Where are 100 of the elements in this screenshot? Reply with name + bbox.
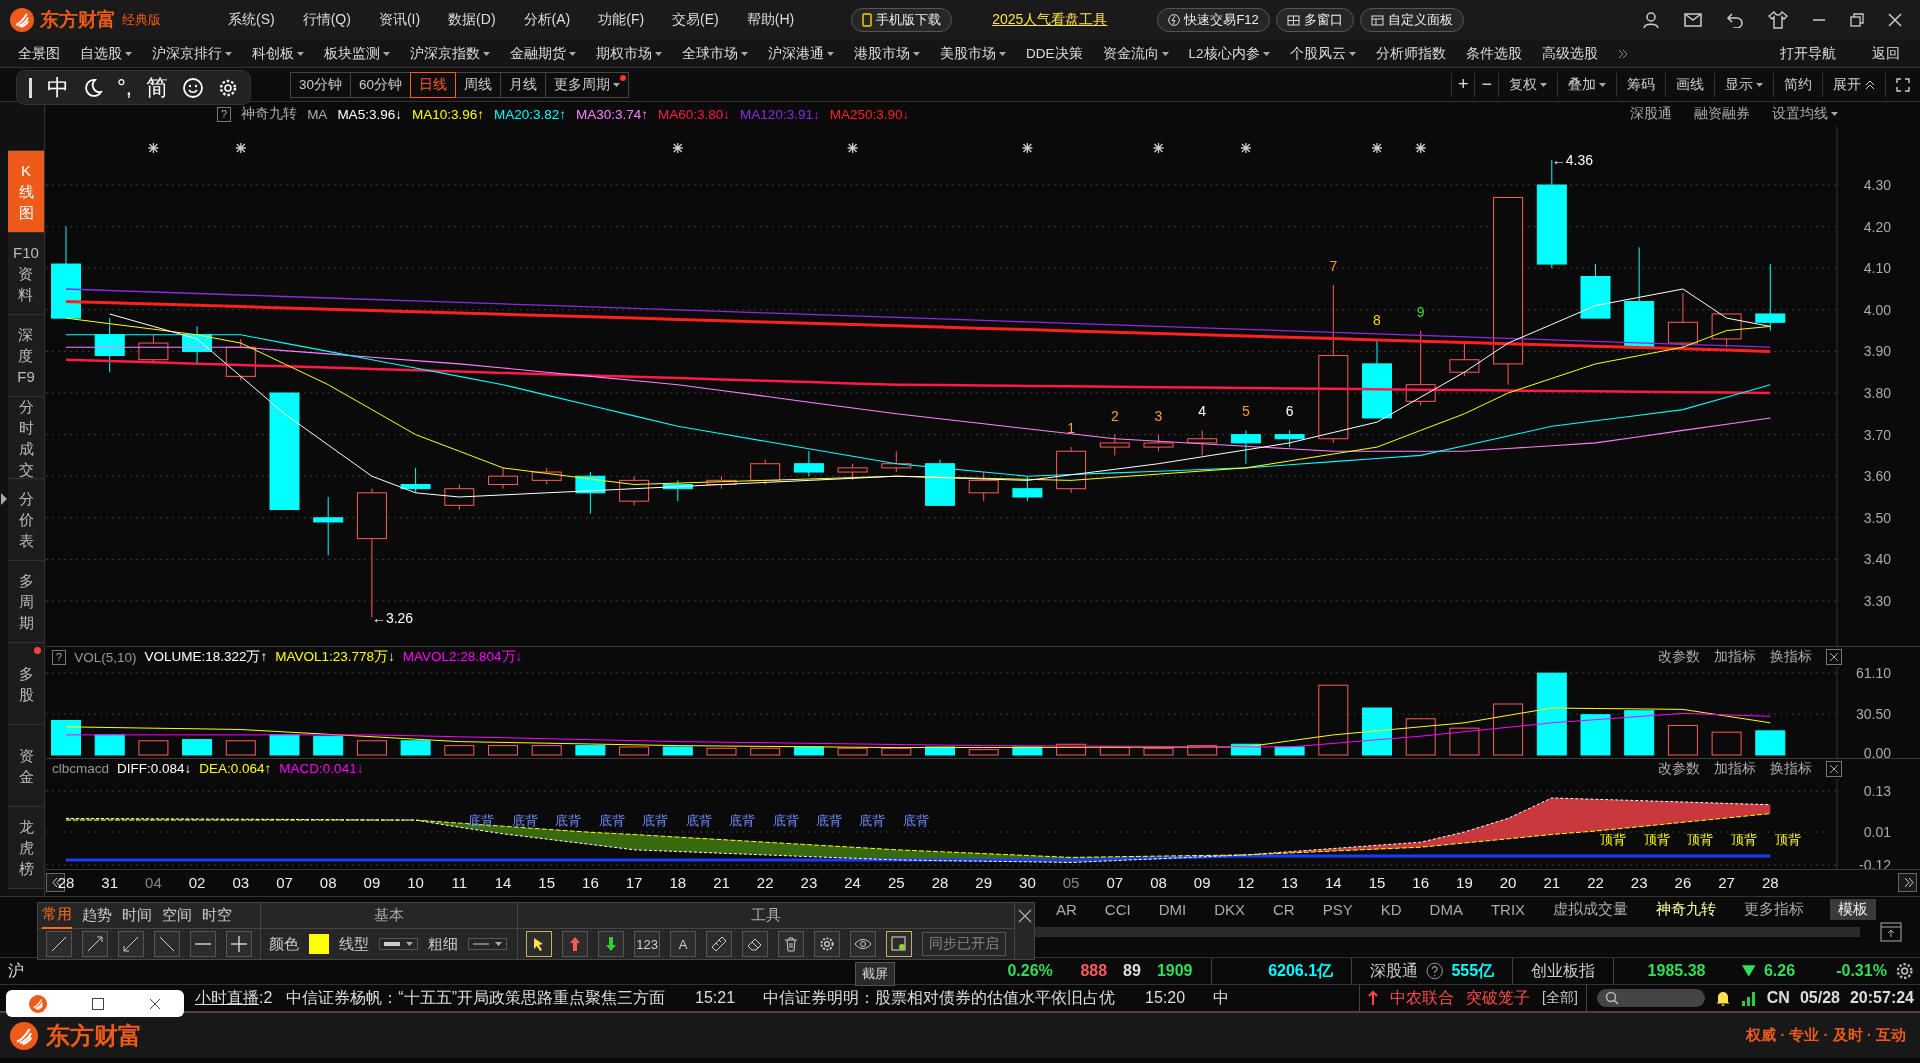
nav-menu-item[interactable]: 期权市场 [596, 44, 662, 63]
indicator-tab[interactable]: CR [1259, 900, 1309, 918]
period-tab[interactable]: 周线 [455, 71, 502, 98]
close-icon[interactable] [1826, 760, 1842, 777]
indicator-tab[interactable]: CCI [1090, 900, 1145, 918]
indicator-tab[interactable]: 虚拟成交量 [1539, 899, 1643, 919]
thickness-dropdown[interactable] [468, 938, 507, 950]
side-tab[interactable]: 分价表 [8, 479, 44, 561]
toolbar-toggle[interactable]: °, [117, 74, 132, 101]
nav-menu-item[interactable]: 沪深港通 [768, 44, 834, 63]
moon-icon[interactable] [83, 77, 103, 98]
undo-icon[interactable] [1726, 12, 1744, 28]
indicator-tab[interactable]: AR [1042, 900, 1091, 918]
fullscreen-icon[interactable] [1896, 77, 1910, 92]
segment-icon[interactable] [49, 934, 69, 954]
toolbar-button[interactable]: 简约 [1773, 72, 1822, 97]
indicator-tab[interactable]: PSY [1308, 900, 1367, 918]
help-icon[interactable]: ? [217, 106, 232, 122]
nav-link[interactable]: 返回 [1872, 44, 1900, 63]
nav-link[interactable]: 打开导航 [1780, 44, 1836, 63]
toolbar-button[interactable]: 叠加 [1557, 72, 1616, 97]
nav-menu-item[interactable]: 自选股 [80, 44, 132, 63]
nav-menu-item[interactable]: DDE决策 [1026, 44, 1083, 63]
down-arrow-tool[interactable] [598, 931, 625, 957]
diagonal-line-icon[interactable] [157, 934, 177, 954]
indicator-tab[interactable]: DMA [1415, 900, 1477, 918]
eye-icon[interactable] [854, 938, 873, 950]
nav-menu-item[interactable]: 沪深京排行 [152, 44, 232, 63]
panel-action[interactable]: 改参数 [1658, 759, 1700, 778]
panel-action[interactable]: 改参数 [1658, 648, 1700, 666]
nav-menu-item[interactable]: 分析师指数 [1375, 44, 1446, 63]
menu-item[interactable]: 资讯(I) [378, 11, 421, 29]
close-icon[interactable] [1017, 909, 1032, 923]
period-tab[interactable]: 日线 [410, 71, 457, 98]
chart-link[interactable]: 设置均线 [1772, 105, 1838, 123]
search-field[interactable] [1596, 989, 1705, 1007]
side-tab[interactable]: 资金 [8, 725, 44, 807]
side-tab[interactable]: 多周期 [8, 561, 44, 643]
filter-button[interactable]: [全部] [1542, 989, 1578, 1007]
nav-menu-item[interactable]: 资金流向 [1102, 44, 1169, 63]
template-button[interactable]: 模板 [1830, 898, 1877, 920]
draw-category-tab[interactable]: 时间 [122, 903, 152, 928]
sync-button[interactable]: 同步已开启 [922, 932, 1007, 956]
text-tool[interactable]: A [670, 931, 697, 957]
toolbar-toggle[interactable]: 中 [47, 72, 69, 103]
smiley-icon[interactable] [181, 76, 204, 99]
side-tab[interactable]: 多股 [8, 643, 44, 725]
close-icon[interactable] [1826, 649, 1842, 665]
draw-category-tab[interactable]: 时空 [202, 903, 232, 928]
panel-toggle-icon[interactable] [1880, 922, 1902, 942]
indicator-tab[interactable]: 更多指标 [1730, 899, 1819, 919]
mobile-download-button[interactable]: 手机版下载 [851, 8, 953, 32]
period-tab[interactable]: 月线 [500, 71, 547, 98]
restore-icon[interactable] [1850, 13, 1864, 27]
period-tab[interactable]: 60分钟 [350, 71, 412, 98]
indicator-tab[interactable]: KD [1366, 900, 1416, 918]
nav-menu-item[interactable]: 高级选股 [1541, 44, 1598, 63]
more-icon[interactable] [1617, 48, 1628, 59]
drag-handle-icon[interactable] [29, 77, 33, 98]
draw-category-tab[interactable]: 常用 [42, 902, 72, 929]
nav-menu-item[interactable]: 港股市场 [854, 44, 920, 63]
side-tab[interactable]: 深度F9 [8, 315, 44, 397]
side-tab[interactable]: 龙虎榜 [8, 807, 44, 889]
zoom-button[interactable]: − [1474, 72, 1498, 97]
toolbar-button[interactable]: 筹码 [1616, 72, 1665, 97]
nav-menu-item[interactable]: L2核心内参 [1188, 44, 1270, 63]
indicator-tab[interactable]: 神奇九转 [1642, 899, 1731, 919]
side-tab[interactable]: 分时成交 [8, 397, 44, 479]
nav-menu-item[interactable]: 全景图 [18, 44, 60, 63]
custom-panel-button[interactable]: 自定义面板 [1359, 8, 1464, 32]
settings-icon[interactable] [819, 936, 836, 952]
nav-menu-item[interactable]: 条件选股 [1465, 44, 1522, 63]
crosshair-icon[interactable] [229, 934, 249, 954]
toolbar-toggle[interactable]: 简 [145, 72, 168, 103]
ray-icon[interactable] [121, 934, 141, 954]
draw-category-tab[interactable]: 空间 [162, 903, 192, 928]
screenshot-icon[interactable] [891, 936, 908, 952]
shirt-icon[interactable] [1768, 11, 1788, 29]
horizontal-scrollbar[interactable] [1035, 927, 1860, 937]
alert-stock[interactable]: 中农联合 [1390, 987, 1454, 1009]
nav-menu-item[interactable]: 个股风云 [1289, 44, 1356, 63]
panel-action[interactable]: 换指标 [1770, 759, 1812, 778]
news-headline[interactable]: 中信证券明明：股票相对债券的估值水平依旧占优 [763, 987, 1116, 1009]
panel-action[interactable]: 加指标 [1714, 648, 1756, 666]
toolbar-button[interactable]: 画线 [1665, 72, 1714, 97]
panel-action[interactable]: 换指标 [1770, 648, 1812, 666]
cursor-tool[interactable] [526, 931, 553, 957]
news-headline[interactable]: 中信证券杨帆：“十五五”开局政策思路重点聚焦三方面 [286, 987, 665, 1009]
help-icon[interactable] [1426, 962, 1444, 980]
menu-item[interactable]: 分析(A) [523, 11, 571, 29]
eraser-icon[interactable] [747, 937, 764, 951]
menu-item[interactable]: 功能(F) [598, 11, 645, 29]
line-type-dropdown[interactable] [379, 938, 418, 950]
expand-button[interactable]: 展开 [1822, 72, 1885, 97]
zoom-button[interactable]: + [1450, 72, 1475, 97]
nav-menu-item[interactable]: 科创板 [252, 44, 304, 63]
panel-action[interactable]: 加指标 [1714, 759, 1756, 778]
menu-item[interactable]: 帮助(H) [746, 11, 795, 29]
menu-item[interactable]: 系统(S) [228, 11, 275, 29]
close-icon[interactable] [149, 997, 162, 1010]
